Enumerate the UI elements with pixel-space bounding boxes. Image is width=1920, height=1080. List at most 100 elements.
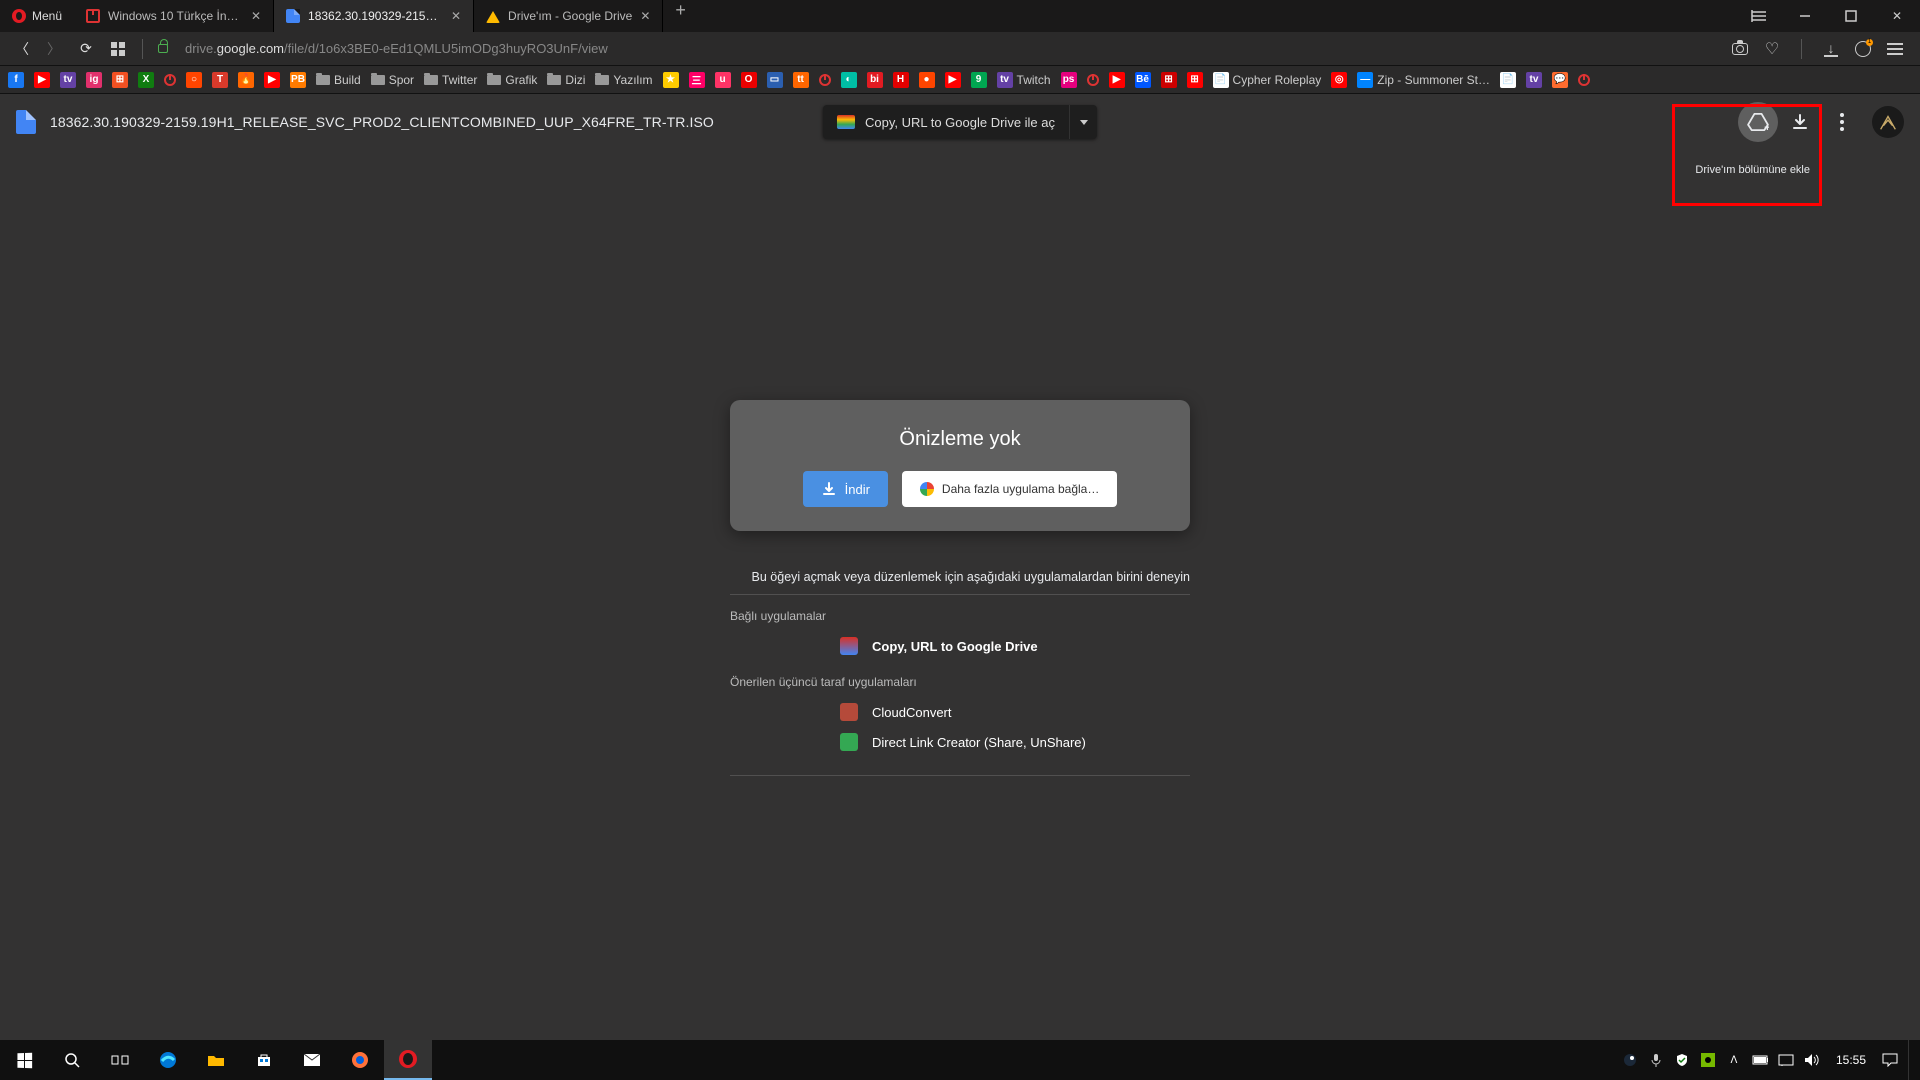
bookmark-item[interactable]: [1578, 74, 1590, 86]
tray-volume[interactable]: [1804, 1052, 1820, 1068]
bookmark-folder[interactable]: Yazılım: [595, 73, 652, 87]
bookmark-item[interactable]: ▶: [264, 72, 280, 88]
bookmark-item[interactable]: PB: [290, 72, 306, 88]
site-security-button[interactable]: [153, 35, 181, 63]
sidebar-toggle-button[interactable]: [1736, 0, 1782, 32]
url-display[interactable]: drive.google.com/file/d/1o6x3BE0-eEd1QML…: [185, 41, 608, 56]
bookmark-item[interactable]: ▶: [945, 72, 961, 88]
window-close-button[interactable]: ✕: [1874, 0, 1920, 32]
bookmark-item[interactable]: 9: [971, 72, 987, 88]
tray-security[interactable]: [1674, 1052, 1690, 1068]
start-button[interactable]: [0, 1040, 48, 1080]
suggested-app-row[interactable]: Direct Link Creator (Share, UnShare): [730, 727, 1190, 757]
bookmark-item[interactable]: ⊞: [1187, 72, 1203, 88]
window-maximize-button[interactable]: [1828, 0, 1874, 32]
bookmark-item[interactable]: 📄Cypher Roleplay: [1213, 72, 1322, 88]
taskbar-store[interactable]: [240, 1040, 288, 1080]
easy-setup-button[interactable]: [1886, 40, 1904, 58]
close-icon[interactable]: ✕: [640, 9, 650, 23]
tray-mic[interactable]: [1648, 1052, 1664, 1068]
bookmark-item[interactable]: f: [8, 72, 24, 88]
bookmark-item[interactable]: ▶: [1109, 72, 1125, 88]
bookmark-folder[interactable]: Twitter: [424, 73, 477, 87]
bookmark-folder[interactable]: Build: [316, 73, 361, 87]
download-file-button[interactable]: İndir: [803, 471, 888, 507]
bookmark-item[interactable]: ◐: [841, 72, 857, 88]
show-desktop-button[interactable]: [1908, 1040, 1914, 1080]
bookmark-item[interactable]: T: [212, 72, 228, 88]
taskbar-mail[interactable]: [288, 1040, 336, 1080]
taskbar-opera[interactable]: [384, 1040, 432, 1080]
bookmark-item[interactable]: X: [138, 72, 154, 88]
taskbar-firefox[interactable]: [336, 1040, 384, 1080]
bookmark-item[interactable]: tv: [1526, 72, 1542, 88]
open-with-dropdown[interactable]: Copy, URL to Google Drive ile aç: [823, 105, 1097, 139]
downloads-button[interactable]: [1822, 40, 1840, 58]
bookmark-item[interactable]: 🔥: [238, 72, 254, 88]
tray-overflow[interactable]: ᐱ: [1726, 1052, 1742, 1068]
bookmark-folder[interactable]: Grafik: [487, 73, 537, 87]
bookmark-item[interactable]: 三: [689, 72, 705, 88]
new-tab-button[interactable]: +: [663, 0, 698, 32]
bookmark-item[interactable]: —Zip - Summoner St…: [1357, 72, 1490, 88]
snapshot-button[interactable]: [1731, 40, 1749, 58]
close-icon[interactable]: ✕: [251, 9, 261, 23]
bookmark-folder[interactable]: Dizi: [547, 73, 585, 87]
bookmark-item[interactable]: ◎: [1331, 72, 1347, 88]
nav-forward-button[interactable]: 〉: [40, 35, 68, 63]
user-avatar[interactable]: [1872, 106, 1904, 138]
bookmark-item[interactable]: 💬: [1552, 72, 1568, 88]
bookmark-item[interactable]: tt: [793, 72, 809, 88]
profile-button[interactable]: 1: [1854, 40, 1872, 58]
bookmark-item[interactable]: ig: [86, 72, 102, 88]
taskbar-edge[interactable]: [144, 1040, 192, 1080]
speed-dial-button[interactable]: [104, 35, 132, 63]
opera-menu-button[interactable]: Menü: [0, 0, 74, 32]
bookmark-item[interactable]: [819, 74, 831, 86]
bookmark-item[interactable]: O: [741, 72, 757, 88]
bookmark-item[interactable]: tv: [60, 72, 76, 88]
bookmark-item[interactable]: u: [715, 72, 731, 88]
open-with-main[interactable]: Copy, URL to Google Drive ile aç: [823, 115, 1069, 130]
bookmark-item[interactable]: bi: [867, 72, 883, 88]
search-button[interactable]: [48, 1040, 96, 1080]
bookmark-folder[interactable]: Spor: [371, 73, 414, 87]
tab-2[interactable]: Drive'ım - Google Drive ✕: [474, 0, 663, 32]
connect-apps-button[interactable]: Daha fazla uygulama bağla…: [902, 471, 1117, 507]
tab-0[interactable]: Windows 10 Türkçe İndirm… ✕: [74, 0, 274, 32]
bookmark-item[interactable]: ▭: [767, 72, 783, 88]
suggested-app-row[interactable]: CloudConvert: [730, 697, 1190, 727]
bookmark-item[interactable]: ps: [1061, 72, 1077, 88]
download-button[interactable]: [1780, 102, 1820, 142]
bookmark-item[interactable]: ⊞: [1161, 72, 1177, 88]
tray-network[interactable]: [1778, 1052, 1794, 1068]
close-icon[interactable]: ✕: [451, 9, 461, 23]
bookmark-item[interactable]: ○: [186, 72, 202, 88]
taskbar-explorer[interactable]: [192, 1040, 240, 1080]
bookmark-item[interactable]: ★: [663, 72, 679, 88]
tray-nvidia[interactable]: [1700, 1052, 1716, 1068]
bookmark-button[interactable]: ♡: [1763, 40, 1781, 58]
window-minimize-button[interactable]: [1782, 0, 1828, 32]
bookmark-item[interactable]: [164, 74, 176, 86]
bookmark-item[interactable]: ▶: [34, 72, 50, 88]
connected-app-row[interactable]: Copy, URL to Google Drive: [730, 631, 1190, 661]
bookmark-item[interactable]: 📄: [1500, 72, 1516, 88]
nav-back-button[interactable]: 〈: [8, 35, 36, 63]
bookmark-item[interactable]: ⊞: [112, 72, 128, 88]
bookmark-item[interactable]: tvTwitch: [997, 72, 1051, 88]
taskbar-clock[interactable]: 15:55: [1830, 1053, 1872, 1067]
tab-1[interactable]: 18362.30.190329-2159.19H… ✕: [274, 0, 474, 32]
tray-steam[interactable]: [1622, 1052, 1638, 1068]
bookmark-item[interactable]: [1087, 74, 1099, 86]
nav-reload-button[interactable]: ⟳: [72, 35, 100, 63]
bookmark-item[interactable]: ●: [919, 72, 935, 88]
task-view-button[interactable]: [96, 1040, 144, 1080]
more-actions-button[interactable]: [1822, 102, 1862, 142]
open-with-caret[interactable]: [1069, 105, 1097, 139]
bookmark-item[interactable]: H: [893, 72, 909, 88]
action-center-button[interactable]: [1882, 1052, 1898, 1068]
add-to-drive-button[interactable]: +: [1738, 102, 1778, 142]
bookmark-item[interactable]: Bē: [1135, 72, 1151, 88]
tray-battery[interactable]: [1752, 1052, 1768, 1068]
